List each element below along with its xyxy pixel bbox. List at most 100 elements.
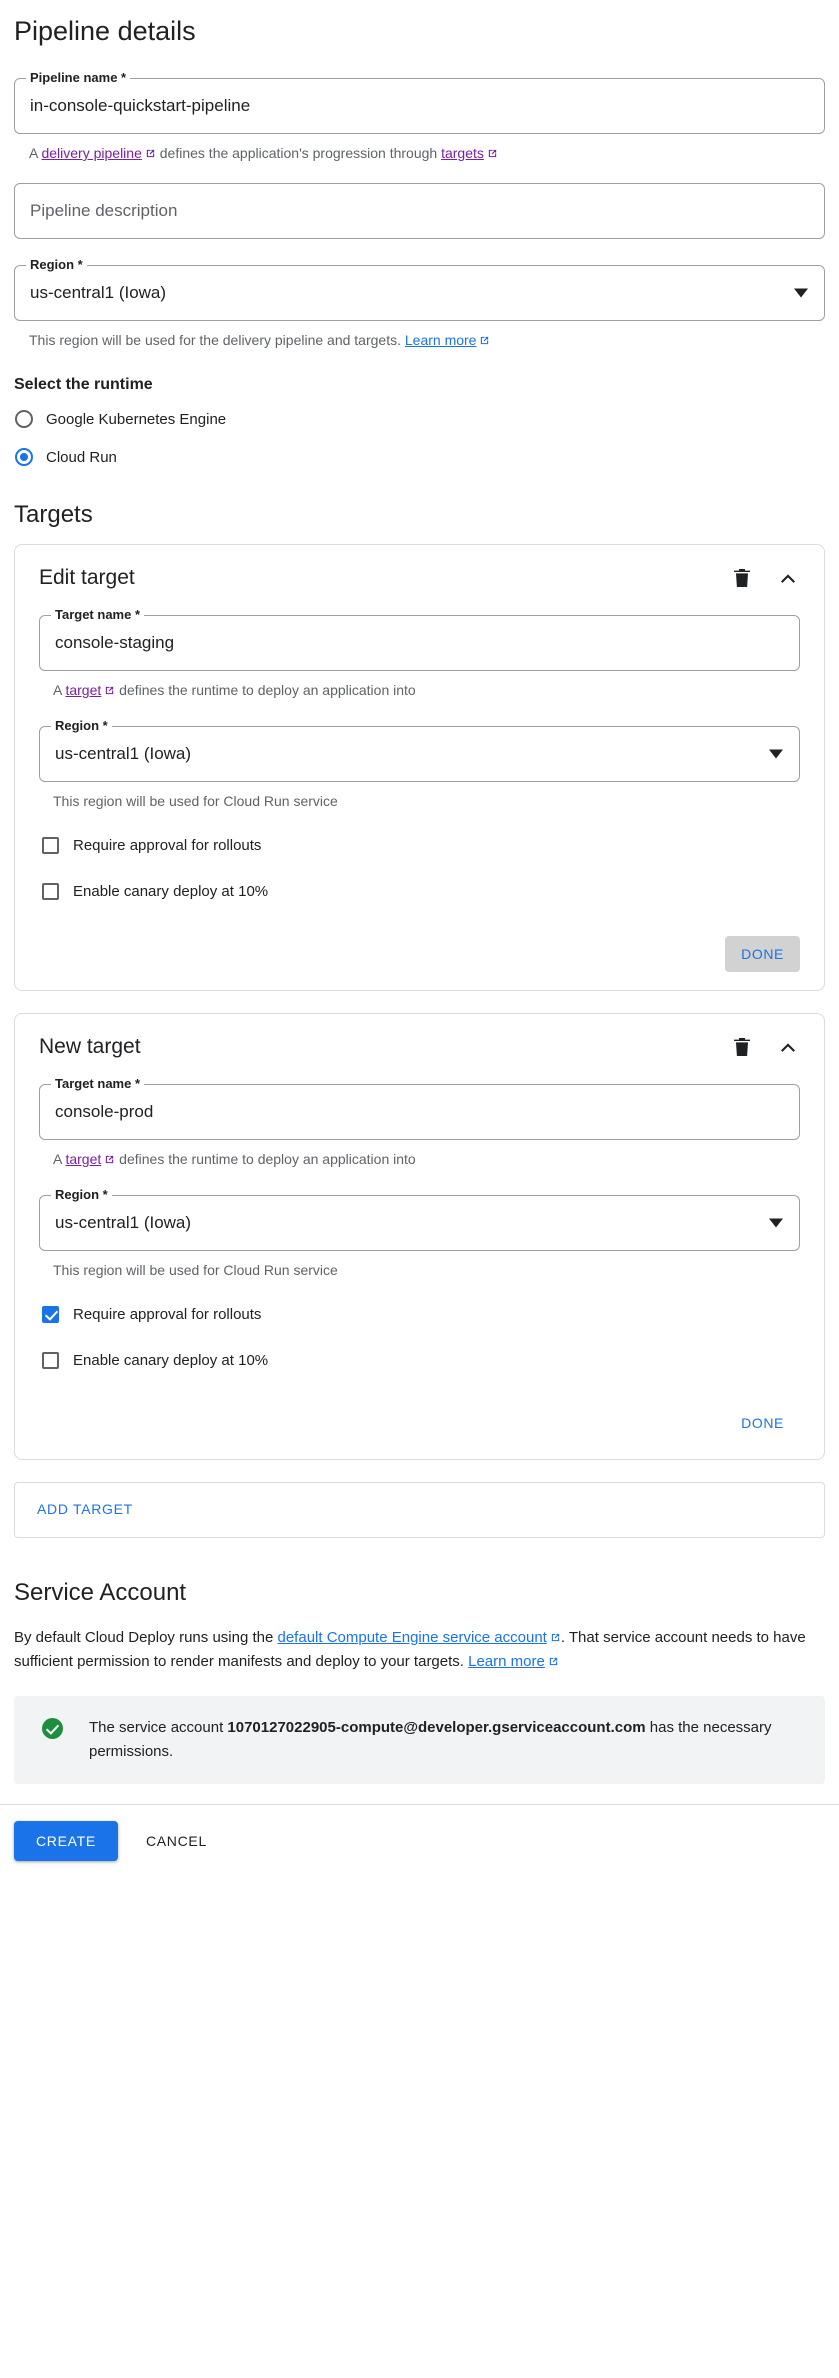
- external-link-icon: [487, 148, 498, 159]
- pipeline-name-helper: A delivery pipeline defines the applicat…: [14, 134, 825, 163]
- pipeline-name-input[interactable]: Pipeline name * in-console-quickstart-pi…: [14, 71, 825, 134]
- target-card: Edit target Target name * console-stagin…: [14, 544, 825, 991]
- target-link[interactable]: target: [65, 1151, 101, 1167]
- pipeline-region-helper: This region will be used for the deliver…: [14, 321, 825, 350]
- targets-heading: Targets: [14, 501, 93, 528]
- external-link-icon: [104, 685, 115, 696]
- helper-suffix: defines the runtime to deploy an applica…: [115, 682, 416, 698]
- checkbox-require-approval[interactable]: Require approval for rollouts: [42, 833, 800, 857]
- pipeline-region-select[interactable]: Region * us-central1 (Iowa): [14, 258, 825, 321]
- page-title: Pipeline details: [14, 16, 196, 46]
- helper-prefix: A: [53, 1151, 66, 1167]
- external-link-icon: [550, 1632, 561, 1643]
- pipeline-description-input[interactable]: Pipeline description: [14, 183, 825, 239]
- radio-button-unchecked-icon[interactable]: [15, 410, 33, 428]
- add-target-button[interactable]: ADD TARGET: [37, 1501, 133, 1517]
- service-account-heading: Service Account: [14, 1579, 187, 1606]
- chevron-down-icon: [794, 288, 808, 298]
- checkbox-unchecked-icon[interactable]: [42, 1351, 59, 1369]
- default-compute-service-account-link[interactable]: default Compute Engine service account: [278, 1629, 547, 1646]
- checkbox-checked-icon[interactable]: [42, 1305, 59, 1323]
- external-link-icon: [145, 148, 156, 159]
- done-button[interactable]: DONE: [725, 1405, 800, 1441]
- region-helper-text: This region will be used for the deliver…: [29, 332, 405, 348]
- pipeline-description-placeholder: Pipeline description: [30, 201, 178, 220]
- pipeline-region-label: Region *: [26, 258, 87, 272]
- target-name-input[interactable]: Target name * console-staging: [39, 608, 800, 671]
- target-card-footer: DONE: [39, 936, 800, 972]
- checkbox-require-approval[interactable]: Require approval for rollouts: [42, 1302, 800, 1326]
- target-card-actions: [730, 566, 800, 590]
- create-pipeline-form: Pipeline details Pipeline name * in-cons…: [0, 0, 839, 1784]
- target-region-label: Region *: [51, 1188, 112, 1202]
- service-account-email: 1070127022905-compute@developer.gservice…: [227, 1719, 646, 1736]
- create-button[interactable]: CREATE: [14, 1821, 118, 1861]
- pipeline-region-value: us-central1 (Iowa): [30, 283, 167, 302]
- target-region-helper: This region will be used for Cloud Run s…: [53, 1262, 338, 1278]
- helper-suffix: defines the runtime to deploy an applica…: [115, 1151, 416, 1167]
- checkbox-unchecked-icon[interactable]: [42, 882, 59, 900]
- target-card-footer: DONE: [39, 1405, 800, 1441]
- target-card-title: New target: [39, 1035, 141, 1058]
- helper-middle: defines the application's progression th…: [155, 145, 442, 161]
- target-name-value: console-staging: [55, 633, 175, 652]
- radio-button-checked-icon[interactable]: [15, 448, 33, 466]
- cancel-button[interactable]: CANCEL: [128, 1821, 225, 1861]
- radio-gke[interactable]: Google Kubernetes Engine: [15, 404, 825, 434]
- target-region-select[interactable]: Region * us-central1 (Iowa): [39, 719, 800, 782]
- chevron-up-icon[interactable]: [776, 566, 800, 590]
- region-learn-more-link[interactable]: Learn more: [405, 332, 477, 348]
- radio-cloud-run[interactable]: Cloud Run: [15, 442, 825, 472]
- checkbox-require-approval-label: Require approval for rollouts: [73, 836, 262, 854]
- checkbox-unchecked-icon[interactable]: [42, 836, 59, 854]
- target-name-helper: A target defines the runtime to deploy a…: [39, 1140, 800, 1169]
- runtime-group-label: Select the runtime: [14, 376, 153, 393]
- pipeline-name-value: in-console-quickstart-pipeline: [30, 96, 251, 115]
- target-card-actions: [730, 1035, 800, 1059]
- chevron-down-icon: [769, 749, 783, 759]
- service-account-learn-more-link[interactable]: Learn more: [468, 1653, 545, 1670]
- target-region-value: us-central1 (Iowa): [55, 744, 192, 763]
- service-account-status-banner: The service account 1070127022905-comput…: [14, 1696, 825, 1784]
- target-link[interactable]: target: [65, 682, 101, 698]
- external-link-icon: [104, 1154, 115, 1165]
- add-target-container: ADD TARGET: [14, 1482, 825, 1538]
- checkbox-canary-deploy-label: Enable canary deploy at 10%: [73, 1351, 269, 1369]
- checkbox-canary-deploy[interactable]: Enable canary deploy at 10%: [42, 879, 800, 903]
- external-link-icon: [548, 1656, 559, 1667]
- checkbox-canary-deploy-label: Enable canary deploy at 10%: [73, 882, 269, 900]
- target-card: New target Target name * console-prod A …: [14, 1013, 825, 1460]
- done-button[interactable]: DONE: [725, 936, 800, 972]
- target-card-header: Edit target: [39, 565, 800, 595]
- banner-prefix: The service account: [89, 1719, 228, 1736]
- trash-icon[interactable]: [730, 1035, 754, 1059]
- checkbox-require-approval-label: Require approval for rollouts: [73, 1305, 262, 1323]
- target-name-input[interactable]: Target name * console-prod: [39, 1077, 800, 1140]
- target-region-helper: This region will be used for Cloud Run s…: [53, 793, 338, 809]
- chevron-down-icon: [769, 1218, 783, 1228]
- service-account-status-text: The service account 1070127022905-comput…: [89, 1716, 805, 1764]
- target-name-label: Target name *: [51, 608, 145, 622]
- helper-prefix: A: [53, 682, 66, 698]
- sa-prefix: By default Cloud Deploy runs using the: [14, 1629, 278, 1646]
- trash-icon[interactable]: [730, 566, 754, 590]
- pipeline-name-label: Pipeline name *: [26, 71, 131, 85]
- check-circle-icon: [42, 1718, 63, 1739]
- chevron-up-icon[interactable]: [776, 1035, 800, 1059]
- radio-cloud-run-label: Cloud Run: [46, 448, 117, 466]
- target-name-value: console-prod: [55, 1102, 154, 1121]
- delivery-pipeline-link[interactable]: delivery pipeline: [41, 145, 141, 161]
- radio-gke-label: Google Kubernetes Engine: [46, 410, 227, 428]
- target-name-helper: A target defines the runtime to deploy a…: [39, 671, 800, 700]
- external-link-icon: [479, 335, 490, 346]
- checkbox-canary-deploy[interactable]: Enable canary deploy at 10%: [42, 1348, 800, 1372]
- form-action-bar: CREATE CANCEL: [0, 1804, 839, 1877]
- target-region-value: us-central1 (Iowa): [55, 1213, 192, 1232]
- target-region-select[interactable]: Region * us-central1 (Iowa): [39, 1188, 800, 1251]
- target-card-title: Edit target: [39, 566, 135, 589]
- target-name-label: Target name *: [51, 1077, 145, 1091]
- targets-link[interactable]: targets: [441, 145, 484, 161]
- target-card-header: New target: [39, 1034, 800, 1064]
- service-account-description: By default Cloud Deploy runs using the d…: [14, 1626, 825, 1674]
- helper-prefix: A: [29, 145, 42, 161]
